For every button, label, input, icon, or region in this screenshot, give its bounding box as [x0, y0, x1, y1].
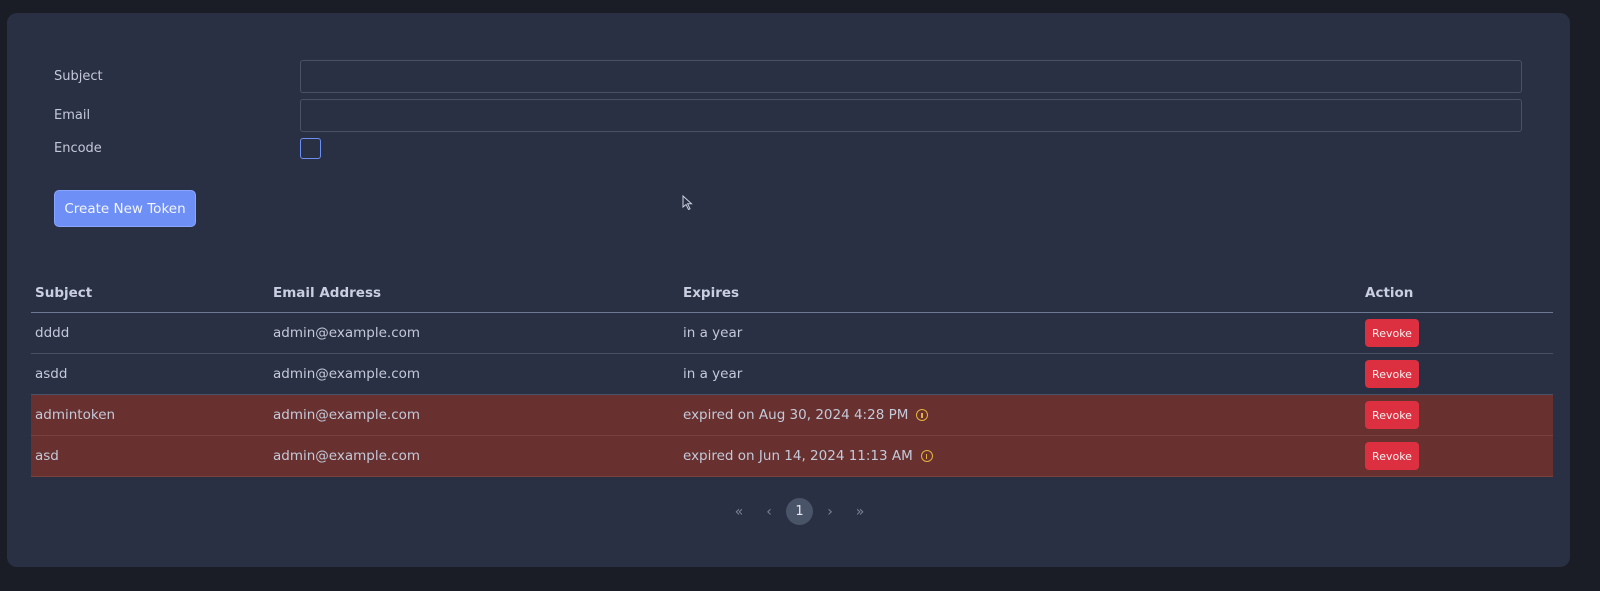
token-card: Subject Email Encode Create New Token Su… — [7, 13, 1570, 567]
encode-row: Encode — [54, 138, 321, 159]
create-new-token-button[interactable]: Create New Token — [54, 190, 196, 227]
revoke-button[interactable]: Revoke — [1365, 401, 1419, 429]
row-expires: in a year — [679, 325, 1365, 341]
row-email: admin@example.com — [273, 366, 421, 382]
row-expires: expired on Aug 30, 2024 4:28 PM — [679, 407, 1365, 423]
page-1-button[interactable]: 1 — [786, 498, 813, 525]
row-subject: dddd — [35, 325, 70, 341]
last-page-button[interactable]: » — [845, 504, 875, 520]
encode-checkbox[interactable] — [300, 138, 321, 159]
row-action: Revoke — [1365, 442, 1419, 470]
row-email: admin@example.com — [273, 325, 421, 341]
row-expires-text: in a year — [683, 325, 743, 341]
next-page-button[interactable]: › — [815, 504, 845, 520]
table-row: dddd admin@example.com in a year Revoke — [31, 313, 1553, 354]
info-icon[interactable] — [920, 450, 933, 462]
row-action: Revoke — [1365, 401, 1419, 429]
row-expires-text: expired on Jun 14, 2024 11:13 AM — [683, 448, 913, 464]
mouse-cursor-icon — [682, 195, 693, 211]
subject-row: Subject — [54, 60, 1522, 93]
pagination: « ‹ 1 › » — [724, 498, 875, 525]
row-action: Revoke — [1365, 319, 1419, 347]
row-subject: asdd — [35, 366, 68, 382]
info-icon[interactable] — [916, 409, 929, 421]
row-expires: in a year — [679, 366, 1365, 382]
tokens-table: Subject Email Address Expires Action ddd… — [31, 273, 1553, 477]
subject-input[interactable] — [300, 60, 1522, 93]
subject-label: Subject — [54, 69, 103, 84]
row-expires-text: in a year — [683, 366, 743, 382]
revoke-button[interactable]: Revoke — [1365, 360, 1419, 388]
prev-page-button[interactable]: ‹ — [754, 504, 784, 520]
header-expires: Expires — [683, 284, 740, 301]
header-email: Email Address — [273, 284, 382, 301]
row-expires: expired on Jun 14, 2024 11:13 AM — [679, 448, 1365, 464]
row-email: admin@example.com — [273, 448, 421, 464]
first-page-button[interactable]: « — [724, 504, 754, 520]
table-row: asdd admin@example.com in a year Revoke — [31, 354, 1553, 395]
header-action: Action — [1365, 284, 1414, 301]
header-subject: Subject — [35, 284, 93, 301]
row-subject: admintoken — [35, 407, 116, 423]
revoke-button[interactable]: Revoke — [1365, 442, 1419, 470]
table-row-expired: asd admin@example.com expired on Jun 14,… — [31, 436, 1553, 477]
email-label: Email — [54, 108, 91, 123]
email-input[interactable] — [300, 99, 1522, 132]
encode-label: Encode — [54, 141, 102, 156]
row-action: Revoke — [1365, 360, 1419, 388]
row-subject: asd — [35, 448, 59, 464]
email-row: Email — [54, 99, 1522, 132]
revoke-button[interactable]: Revoke — [1365, 319, 1419, 347]
row-expires-text: expired on Aug 30, 2024 4:28 PM — [683, 407, 909, 423]
table-row-expired: admintoken admin@example.com expired on … — [31, 395, 1553, 436]
row-email: admin@example.com — [273, 407, 421, 423]
table-header: Subject Email Address Expires Action — [31, 273, 1553, 313]
